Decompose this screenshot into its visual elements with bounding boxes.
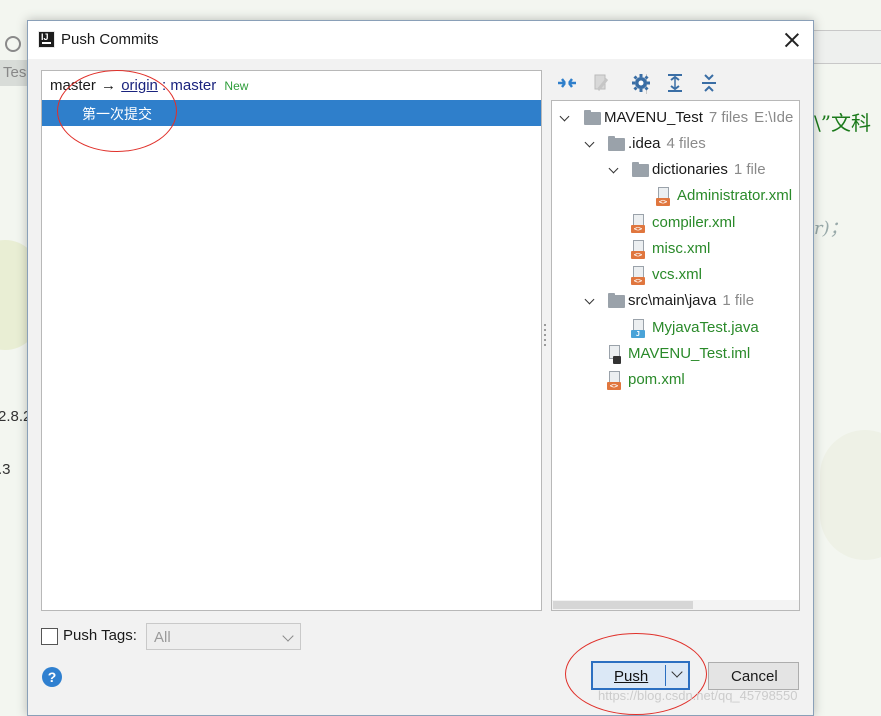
expand-all-icon[interactable]: [664, 72, 686, 94]
background-code-text: \”文科: [814, 111, 871, 135]
chevron-down-icon[interactable]: [558, 112, 572, 126]
xml-file-icon: <>: [656, 187, 672, 206]
intellij-app-icon: [38, 31, 55, 48]
help-icon[interactable]: ?: [42, 667, 62, 687]
tree-node-label: compiler.xml: [652, 214, 736, 231]
tree-node-label: dictionaries: [652, 161, 728, 178]
xml-file-icon: <>: [631, 266, 647, 285]
cancel-button[interactable]: Cancel: [708, 662, 799, 690]
background-toolbar: [811, 30, 881, 64]
show-diff-icon[interactable]: [556, 72, 578, 94]
scrollbar-thumb[interactable]: [553, 601, 693, 609]
background-tab: Tes: [0, 60, 28, 86]
changed-files-tree: MAVENU_Test 7 files E:\Ide .idea 4 files di…: [551, 100, 800, 611]
background-tab-label: Tes: [3, 64, 27, 81]
folder-icon: [632, 162, 649, 177]
tags-select: All: [146, 623, 301, 650]
folder-icon: [608, 136, 625, 151]
chevron-down-icon[interactable]: [583, 138, 597, 152]
file-count: 4 files: [666, 135, 706, 152]
file-count: 7 files: [708, 109, 749, 126]
tree-node-label: MAVENU_Test: [604, 109, 703, 126]
collapse-all-icon[interactable]: [698, 72, 720, 94]
tree-node-label: src\main\java: [628, 292, 717, 309]
settings-gear-icon: [5, 36, 21, 52]
edit-source-icon[interactable]: [590, 72, 612, 94]
push-tags-checkbox[interactable]: [41, 628, 58, 645]
annotation-circle-commit: [57, 70, 177, 152]
java-file-icon: J: [631, 319, 647, 338]
new-branch-badge: New: [224, 79, 249, 93]
file-count: 1 file: [733, 161, 766, 178]
tree-node-label: .idea: [628, 135, 661, 152]
settings-gear-icon[interactable]: [630, 72, 652, 94]
background-text: .3: [0, 461, 11, 478]
tree-node-label: pom.xml: [628, 371, 685, 388]
xml-file-icon: <>: [631, 240, 647, 259]
watermark: https://blog.csdn.net/qq_45798550: [598, 688, 798, 703]
splitter-handle[interactable]: [542, 321, 548, 349]
horizontal-scrollbar[interactable]: [552, 600, 799, 610]
chevron-down-icon: [282, 630, 294, 642]
tree-node-label: MyjavaTest.java: [652, 319, 759, 336]
xml-file-icon: <>: [631, 214, 647, 233]
xml-file-icon: <>: [607, 371, 623, 390]
background-code-text: r)；: [814, 218, 848, 239]
tree-node-label: vcs.xml: [652, 266, 702, 283]
dialog-titlebar: Push Commits: [28, 21, 813, 59]
iml-file-icon: [607, 345, 623, 364]
chevron-down-icon[interactable]: [583, 295, 597, 309]
close-icon[interactable]: [779, 27, 805, 53]
cancel-button-label: Cancel: [731, 668, 778, 685]
module-path: E:\Ide: [754, 109, 794, 126]
tree-node-label: Administrator.xml: [677, 187, 793, 204]
dialog-title: Push Commits: [61, 31, 159, 48]
tree-node-label: misc.xml: [652, 240, 711, 257]
remote-branch: master: [170, 77, 217, 94]
push-tags-label[interactable]: Push Tags:: [63, 627, 137, 644]
folder-icon: [608, 293, 625, 308]
background-decoration: [820, 430, 881, 560]
tags-select-value: All: [154, 629, 171, 646]
chevron-down-icon[interactable]: [607, 164, 621, 178]
module-folder-icon: [584, 110, 601, 125]
tree-node-label: MAVENU_Test.iml: [628, 345, 751, 362]
file-count: 1 file: [722, 292, 755, 309]
